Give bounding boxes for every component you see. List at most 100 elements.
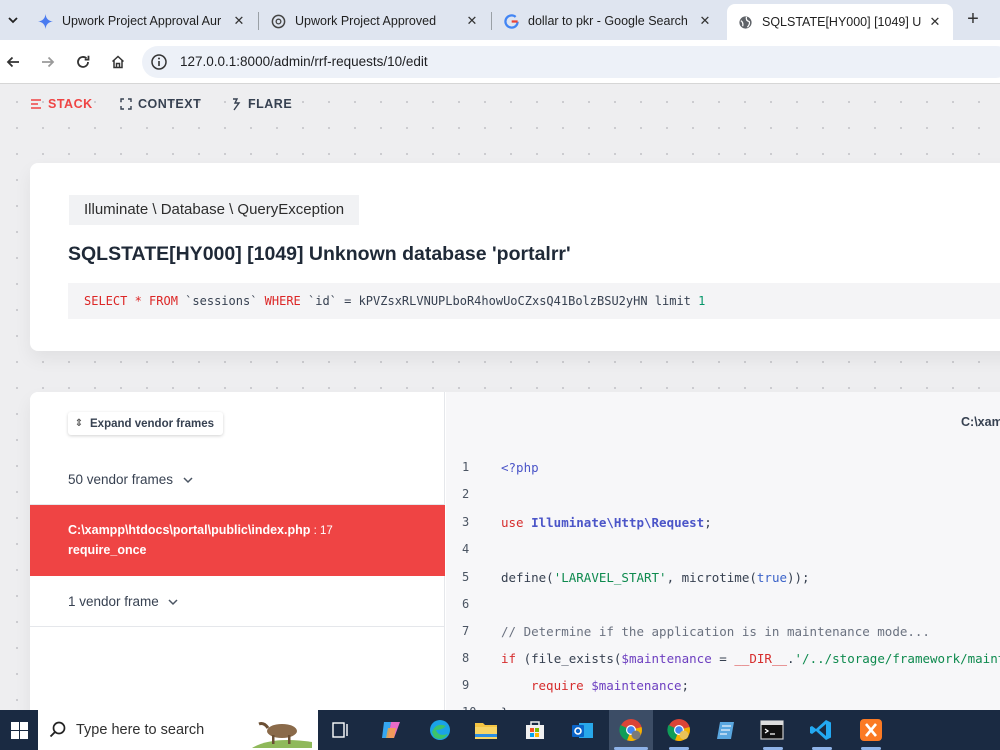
code-file-path[interactable]: C:\xampp\htdocs\portal\public\index.php <box>961 415 1000 429</box>
address-bar[interactable]: 127.0.0.1:8000/admin/rrf-requests/10/edi… <box>142 46 1000 78</box>
sql-keyword: SELECT <box>84 294 128 308</box>
code-token: (file_exists( <box>516 651 622 666</box>
code-token: use <box>501 515 524 530</box>
chevron-down-icon <box>182 474 194 486</box>
nav-context[interactable]: CONTEXT <box>120 97 201 111</box>
search-highlight-icon[interactable] <box>252 712 312 748</box>
code-token: 'LARAVEL_START' <box>553 570 667 585</box>
file-explorer-icon[interactable] <box>472 716 500 744</box>
sql-query[interactable]: SELECT * FROM `sessions` WHERE `id` = kP… <box>68 283 1000 319</box>
windows-start-icon[interactable] <box>0 710 38 750</box>
browser-tab[interactable]: Upwork Project Approved ✕ <box>260 6 490 36</box>
code-token: ; <box>681 678 690 693</box>
xampp-icon[interactable] <box>857 716 885 744</box>
frame-method: require_once <box>68 543 147 557</box>
ignition-error-page: STACK CONTEXT FLARE Illuminate \ Databas… <box>0 85 1000 710</box>
stack-icon <box>30 98 42 110</box>
close-tab-icon[interactable]: ✕ <box>927 14 943 30</box>
context-icon <box>120 98 132 110</box>
close-tab-icon[interactable]: ✕ <box>464 13 480 29</box>
frame-path: C:\xampp\htdocs\portal\public\index.php … <box>68 523 333 537</box>
code-token: )); <box>787 570 810 585</box>
search-placeholder: Type here to search <box>76 722 205 738</box>
gemini-sparkle-icon <box>37 13 53 29</box>
chatgpt-icon <box>270 13 286 29</box>
close-tab-icon[interactable]: ✕ <box>231 13 247 29</box>
tab-divider <box>258 12 259 30</box>
code-line: 2 <box>446 481 1000 508</box>
code-line: 8 if (file_exists($maintenance = __DIR__… <box>446 645 1000 672</box>
code-line: 3 use Illuminate\Http\Request; <box>446 509 1000 536</box>
code-token: $maintenance <box>591 678 682 693</box>
url-text[interactable]: 127.0.0.1:8000/admin/rrf-requests/10/edi… <box>180 54 428 69</box>
line-number: 8 <box>462 651 470 665</box>
reload-icon[interactable] <box>71 50 95 74</box>
globe-icon <box>737 14 753 30</box>
code-token: define( <box>501 570 554 585</box>
taskbar-search[interactable]: Type here to search <box>38 710 318 750</box>
vendor-frames-group[interactable]: 50 vendor frames <box>30 454 445 505</box>
expand-arrows-icon: ⇕ <box>74 418 84 429</box>
task-view-icon[interactable] <box>327 716 355 744</box>
code-token: Illuminate\Http\Request <box>531 515 705 530</box>
code-line: 10 } <box>446 699 1000 710</box>
code-line: 5 define('LARAVEL_START', microtime(true… <box>446 564 1000 591</box>
code-token: = <box>711 651 735 666</box>
code-token: <?php <box>501 460 539 475</box>
nav-context-label: CONTEXT <box>138 97 202 111</box>
code-token: __DIR__ <box>734 651 787 666</box>
edge-icon[interactable] <box>426 716 454 744</box>
frame-line-number: : 17 <box>310 525 333 537</box>
code-snippet-pane: C:\xampp\htdocs\portal\public\index.php … <box>446 392 1000 710</box>
windows-taskbar: Type here to search <box>0 710 1000 750</box>
browser-tab-active[interactable]: SQLSTATE[HY000] [1049] Unkno ✕ <box>727 4 953 40</box>
google-icon <box>503 13 519 29</box>
sql-table: `sessions` <box>177 294 265 308</box>
outlook-icon[interactable] <box>569 716 597 744</box>
tab-title: Upwork Project Approval Aur C <box>62 14 225 28</box>
vscode-icon[interactable] <box>807 716 835 744</box>
site-info-icon[interactable] <box>150 53 168 71</box>
exception-class-badge[interactable]: Illuminate \ Database \ QueryException <box>69 195 360 225</box>
line-number: 7 <box>462 624 470 638</box>
vendor-frames-group[interactable]: 1 vendor frame <box>30 576 445 627</box>
active-stack-frame[interactable]: C:\xampp\htdocs\portal\public\index.php … <box>30 505 445 576</box>
tab-search-chevron-icon[interactable] <box>0 6 26 34</box>
tab-title: dollar to pkr - Google Search <box>528 14 688 28</box>
frame-file: C:\xampp\htdocs\portal\public\index.php <box>68 523 311 537</box>
line-number: 3 <box>462 515 470 529</box>
home-icon[interactable] <box>106 50 130 74</box>
nav-flare-label: FLARE <box>248 97 293 111</box>
browser-tab-strip: Upwork Project Approval Aur C ✕ Upwork P… <box>0 0 1000 40</box>
exception-message: SQLSTATE[HY000] [1049] Unknown database … <box>68 243 571 265</box>
code-token: , microtime( <box>666 570 757 585</box>
ignition-nav: STACK CONTEXT FLARE <box>0 85 1000 125</box>
chrome-profile-icon[interactable] <box>665 716 693 744</box>
browser-tab[interactable]: dollar to pkr - Google Search ✕ <box>493 6 723 36</box>
sql-star: * <box>127 294 150 308</box>
copilot-icon[interactable] <box>377 716 405 744</box>
code-token: require <box>531 678 584 693</box>
frames-list: ⇕ Expand vendor frames 50 vendor frames … <box>30 392 445 710</box>
line-number: 4 <box>462 542 470 556</box>
notepad-icon[interactable] <box>712 716 740 744</box>
browser-tab[interactable]: Upwork Project Approval Aur C ✕ <box>27 6 257 36</box>
sql-keyword: WHERE <box>264 294 301 308</box>
forward-arrow-icon[interactable] <box>36 50 60 74</box>
code-token: true <box>756 570 787 585</box>
expand-vendor-frames-button[interactable]: ⇕ Expand vendor frames <box>68 412 223 435</box>
microsoft-store-icon[interactable] <box>521 716 549 744</box>
chrome-icon[interactable] <box>617 716 645 744</box>
vendor-frames-label: 1 vendor frame <box>68 594 159 609</box>
sql-keyword: FROM <box>149 294 178 308</box>
code-line: 9 require $maintenance; <box>446 672 1000 699</box>
back-arrow-icon[interactable] <box>1 50 25 74</box>
new-tab-button[interactable]: + <box>962 8 984 32</box>
terminal-icon[interactable] <box>758 716 786 744</box>
nav-stack-label: STACK <box>48 97 93 111</box>
code-token: '/../storage/framework/maintenance.php' <box>794 651 1000 666</box>
line-number: 6 <box>462 597 470 611</box>
nav-stack[interactable]: STACK <box>30 97 93 111</box>
close-tab-icon[interactable]: ✕ <box>697 13 713 29</box>
nav-flare[interactable]: FLARE <box>230 97 292 111</box>
